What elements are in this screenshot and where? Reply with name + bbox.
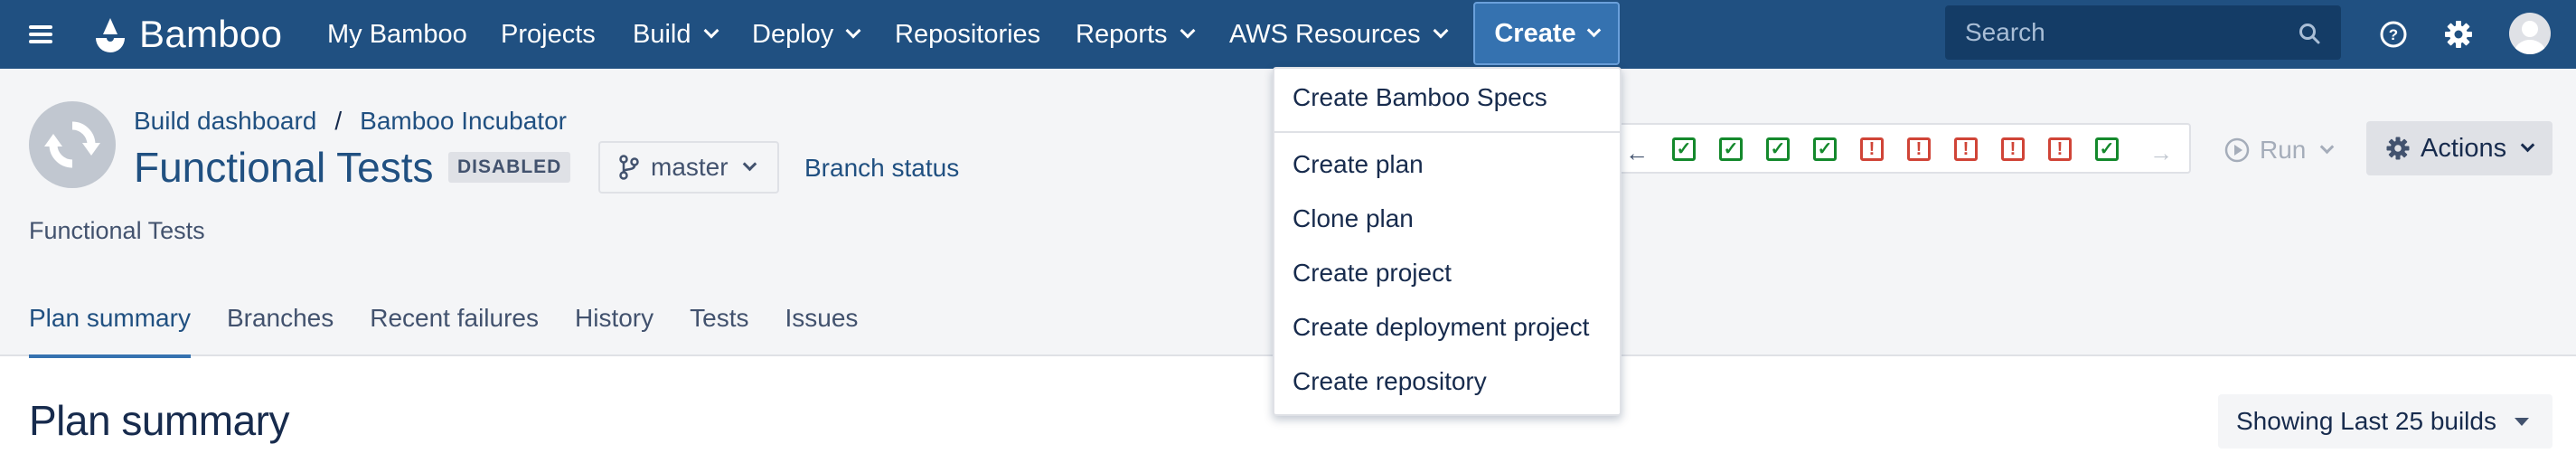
- menu-item-create-plan[interactable]: Create plan: [1293, 150, 1424, 179]
- nav-deploy[interactable]: Deploy: [752, 0, 861, 69]
- create-button[interactable]: Create: [1473, 2, 1620, 65]
- build-failed-icon[interactable]: !: [1860, 137, 1884, 161]
- run-button[interactable]: Run: [2223, 125, 2335, 175]
- chevron-down-icon: [845, 23, 861, 39]
- refresh-icon: [44, 121, 100, 168]
- svg-text:?: ?: [2389, 26, 2398, 43]
- chevron-down-icon: [2520, 137, 2535, 152]
- play-icon: [2224, 137, 2250, 163]
- showing-builds-dropdown[interactable]: Showing Last 25 builds: [2218, 394, 2552, 449]
- create-label: Create: [1494, 18, 1576, 48]
- bamboo-logo-icon: [96, 18, 125, 52]
- plan-tabs: Plan summary Branches Recent failures Hi…: [29, 304, 894, 358]
- plan-title[interactable]: Functional Tests: [134, 143, 434, 192]
- chevron-down-icon: [1180, 23, 1196, 39]
- user-avatar[interactable]: [2509, 13, 2551, 54]
- status-badge: DISABLED: [448, 152, 571, 183]
- nav-label: Repositories: [895, 19, 1041, 49]
- build-failed-icon[interactable]: !: [2001, 137, 2025, 161]
- breadcrumb-project[interactable]: Bamboo Incubator: [360, 107, 567, 136]
- chevron-down-icon: [1586, 23, 1601, 37]
- menu-item-create-project[interactable]: Create project: [1293, 259, 1452, 288]
- nav-build[interactable]: Build: [633, 0, 719, 69]
- build-success-icon[interactable]: ✓: [2095, 137, 2119, 161]
- nav-label: Build: [633, 19, 691, 49]
- create-dropdown-menu: Create Bamboo Specs Create plan Clone pl…: [1273, 67, 1622, 416]
- chevron-down-icon: [2320, 139, 2335, 154]
- breadcrumb-build-dashboard[interactable]: Build dashboard: [134, 107, 316, 136]
- nav-label: Projects: [501, 19, 596, 49]
- plan-description: Functional Tests: [29, 217, 205, 244]
- user-avatar-icon: [2514, 21, 2546, 54]
- caret-down-icon: [2514, 417, 2529, 426]
- build-failed-icon[interactable]: !: [2048, 137, 2072, 161]
- search-box[interactable]: [1945, 5, 2341, 60]
- nav-label: Deploy: [752, 19, 834, 49]
- search-input[interactable]: [1965, 18, 2290, 47]
- build-success-icon[interactable]: ✓: [1813, 137, 1837, 161]
- tab-plan-summary[interactable]: Plan summary: [29, 304, 191, 358]
- actions-label: Actions: [2421, 133, 2507, 163]
- menu-item-clone-plan[interactable]: Clone plan: [1293, 204, 1414, 233]
- tab-tests[interactable]: Tests: [690, 304, 748, 356]
- branch-name: master: [651, 153, 729, 181]
- tab-branches[interactable]: Branches: [227, 304, 334, 356]
- section-title: Plan summary: [29, 397, 289, 444]
- showing-builds-label: Showing Last 25 builds: [2236, 407, 2496, 435]
- build-success-icon[interactable]: ✓: [1719, 137, 1743, 161]
- chevron-down-icon: [1433, 23, 1449, 39]
- top-navigation-bar: Bamboo My Bamboo Projects Build Deploy R…: [0, 0, 2576, 69]
- build-success-icon[interactable]: ✓: [1672, 137, 1696, 161]
- tab-recent-failures[interactable]: Recent failures: [370, 304, 539, 356]
- tab-history[interactable]: History: [575, 304, 653, 356]
- run-label: Run: [2260, 136, 2307, 164]
- menu-item-create-bamboo-specs[interactable]: Create Bamboo Specs: [1293, 83, 1547, 112]
- help-icon[interactable]: ?: [2377, 18, 2410, 51]
- chevron-down-icon: [742, 156, 757, 171]
- actions-button[interactable]: Actions: [2366, 121, 2552, 175]
- branch-icon: [619, 155, 639, 180]
- branch-status-link[interactable]: Branch status: [804, 154, 959, 183]
- nav-reports[interactable]: Reports: [1076, 0, 1196, 69]
- build-history-strip: ← ✓ ✓ ✓ ✓!!!!! ✓ →: [1616, 123, 2191, 174]
- menu-item-create-deployment-project[interactable]: Create deployment project: [1293, 313, 1589, 342]
- tab-issues[interactable]: Issues: [785, 304, 858, 356]
- build-success-icon[interactable]: ✓: [1766, 137, 1790, 161]
- chevron-down-icon: [703, 23, 719, 39]
- menu-item-create-repository[interactable]: Create repository: [1293, 367, 1487, 396]
- logo-text: Bamboo: [139, 13, 283, 55]
- build-failed-icon[interactable]: !: [1954, 137, 1978, 161]
- arrow-right-icon: →: [2149, 139, 2173, 166]
- plan-avatar: [29, 101, 116, 188]
- branch-selector[interactable]: master: [598, 141, 779, 194]
- nav-label: My Bamboo: [327, 19, 467, 49]
- nav-label: AWS Resources: [1229, 19, 1421, 49]
- menu-divider: [1274, 131, 1620, 133]
- hamburger-menu-icon[interactable]: [27, 22, 54, 47]
- nav-label: Reports: [1076, 19, 1168, 49]
- nav-my-bamboo[interactable]: My Bamboo: [327, 0, 467, 69]
- nav-repositories[interactable]: Repositories: [895, 0, 1040, 69]
- gear-icon: [2386, 137, 2410, 160]
- build-failed-icon[interactable]: !: [1907, 137, 1931, 161]
- arrow-left-icon[interactable]: ←: [1625, 139, 1649, 167]
- nav-aws-resources[interactable]: AWS Resources: [1229, 0, 1449, 69]
- search-icon[interactable]: [2298, 22, 2321, 45]
- settings-gear-icon[interactable]: [2442, 18, 2475, 51]
- breadcrumb: Build dashboard / Bamboo Incubator: [134, 107, 567, 136]
- breadcrumb-separator: /: [334, 107, 343, 135]
- nav-projects[interactable]: Projects: [501, 0, 596, 69]
- bamboo-logo[interactable]: Bamboo: [90, 11, 282, 58]
